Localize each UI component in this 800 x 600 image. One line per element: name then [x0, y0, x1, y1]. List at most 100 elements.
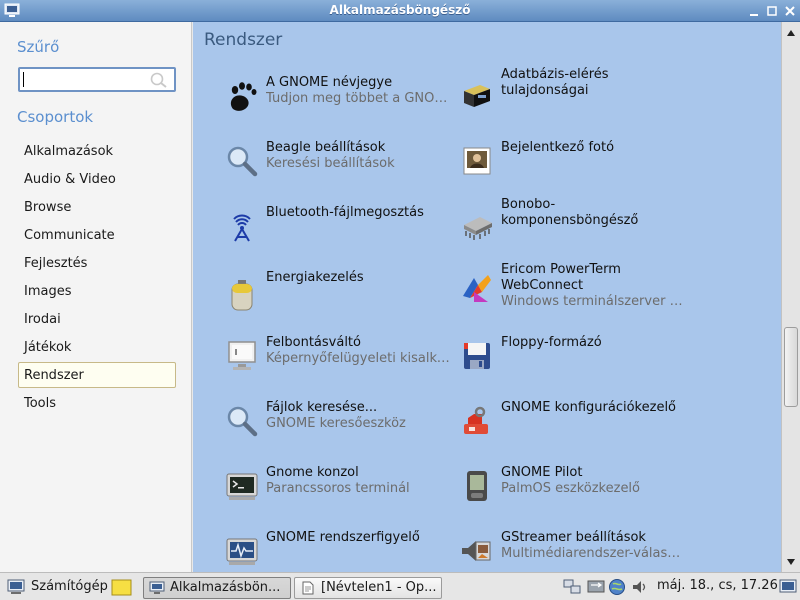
app-description: Windows terminálszerver elérés: [501, 294, 686, 309]
group-item-jatekok[interactable]: Játékok: [18, 334, 176, 360]
task-label: Alkalmazásbön...: [170, 580, 281, 595]
close-button[interactable]: [782, 3, 798, 19]
group-item-rendszer[interactable]: Rendszer: [18, 362, 176, 388]
app-description: Multimédiarendszer-választó: [501, 546, 686, 561]
app-name: GNOME rendszerfigyelő: [266, 530, 420, 545]
network-icon[interactable]: [563, 578, 581, 596]
app-bonobo-browser[interactable]: Bonobo-komponensböngésző: [460, 197, 690, 247]
monitor-icon: [228, 341, 256, 370]
group-item-communicate[interactable]: Communicate: [18, 222, 176, 248]
group-heading: Rendszer: [204, 30, 283, 50]
minimize-icon: [750, 14, 758, 16]
bluetooth-icon: [233, 214, 251, 242]
magnifier-icon: [227, 146, 258, 177]
scroll-down-arrow-icon[interactable]: [786, 557, 796, 567]
app-power-management[interactable]: Energiakezelés: [225, 270, 455, 320]
app-gnome-pilot[interactable]: GNOME Pilot PalmOS eszközkezelő: [460, 465, 690, 515]
app-description: Tudjon meg többet a GNOME-ról: [266, 91, 451, 106]
document-icon: [302, 581, 314, 595]
app-name: Floppy-formázó: [501, 335, 602, 350]
desktop-switcher-icon[interactable]: [779, 578, 797, 596]
group-item-audio-video[interactable]: Audio & Video: [18, 166, 176, 192]
gnome-foot-icon: [230, 82, 257, 111]
app-name: GStreamer beállítások: [501, 530, 646, 545]
group-item-images[interactable]: Images: [18, 278, 176, 304]
app-description: Keresési beállítások: [266, 156, 395, 171]
app-resolution-switcher[interactable]: Felbontásváltó Képernyőfelügyeleti kisal…: [225, 335, 455, 385]
app-name: Ericom PowerTerm WebConnect: [501, 262, 621, 293]
app-description: PalmOS eszközkezelő: [501, 481, 641, 496]
scroll-up-arrow-icon[interactable]: [786, 28, 796, 38]
app-name: Adatbázis-elérés tulajdonságai: [501, 67, 609, 98]
group-item-browse[interactable]: Browse: [18, 194, 176, 220]
app-name: GNOME Pilot: [501, 465, 583, 480]
app-name: Energiakezelés: [266, 270, 364, 285]
minimize-button[interactable]: [746, 3, 762, 19]
database-icon: [464, 85, 490, 107]
clock[interactable]: máj. 18., cs, 17.26: [657, 578, 778, 593]
search-box[interactable]: [18, 67, 176, 92]
maximize-button[interactable]: [764, 3, 780, 19]
terminal-icon: [226, 473, 258, 500]
app-gnome-config-editor[interactable]: GNOME konfigurációkezelő: [460, 400, 690, 450]
app-gnome-terminal[interactable]: Gnome konzol Parancssoros terminál: [225, 465, 455, 515]
close-icon: [785, 6, 795, 16]
text-caret: [23, 72, 24, 87]
search-input[interactable]: [22, 70, 146, 89]
floppy-icon: [464, 343, 490, 369]
computer-icon[interactable]: [7, 579, 25, 595]
group-item-fejlesztes[interactable]: Fejlesztés: [18, 250, 176, 276]
group-item-irodai[interactable]: Irodai: [18, 306, 176, 332]
monitor-icon: [149, 581, 165, 594]
groups-title: Csoportok: [17, 108, 94, 126]
taskbar: Számítógép Alkalmazásbön... [Névtelen1 -…: [0, 572, 800, 600]
app-description: Képernyőfelügyeleti kisalkalmazás: [266, 351, 451, 366]
group-item-alkalmazasok[interactable]: Alkalmazások: [18, 138, 176, 164]
app-name: Gnome konzol: [266, 465, 359, 480]
window-title: Alkalmazásböngésző: [329, 3, 471, 17]
app-name: Beagle beállítások: [266, 140, 386, 155]
app-name: Bonobo-komponensböngésző: [501, 197, 639, 228]
app-name: Bluetooth-fájlmegosztás: [266, 205, 424, 220]
app-name: Felbontásváltó: [266, 335, 361, 350]
app-login-photo[interactable]: Bejelentkező fotó: [460, 140, 690, 190]
app-description: Parancssoros terminál: [266, 481, 410, 496]
globe-icon[interactable]: [608, 578, 626, 596]
ericom-icon: [463, 275, 491, 302]
sidebar: Szűrő Csoportok Alkalmazások Audio & Vid…: [0, 22, 192, 572]
vertical-scrollbar[interactable]: [781, 22, 800, 572]
app-name: Bejelentkező fotó: [501, 140, 615, 155]
app-floppy-formatter[interactable]: Floppy-formázó: [460, 335, 690, 385]
group-list: Alkalmazások Audio & Video Browse Commun…: [18, 138, 176, 418]
app-name: GNOME konfigurációkezelő: [501, 400, 677, 415]
chip-icon: [464, 217, 492, 240]
app-gnome-about[interactable]: A GNOME névjegye Tudjon meg többet a GNO…: [225, 75, 455, 125]
pda-icon: [467, 471, 487, 501]
task-application-browser[interactable]: Alkalmazásbön...: [143, 577, 291, 599]
group-item-tools[interactable]: Tools: [18, 390, 176, 416]
app-name: A GNOME névjegye: [266, 75, 393, 90]
system-monitor-icon: [226, 538, 258, 565]
app-file-search[interactable]: Fájlok keresése... GNOME keresőeszköz: [225, 400, 455, 450]
task-untitled-document[interactable]: [Névtelen1 - Op...: [294, 577, 442, 599]
application-grid: Rendszer A GNOME névjegye Tudjon meg töb…: [193, 22, 781, 572]
task-label: [Névtelen1 - Op...: [321, 580, 437, 595]
app-bluetooth-sharing[interactable]: Bluetooth-fájlmegosztás: [225, 205, 455, 255]
filter-title: Szűrő: [17, 38, 60, 56]
computer-menu-label[interactable]: Számítógép: [31, 577, 108, 599]
battery-icon: [231, 280, 253, 311]
app-name: Fájlok keresése...: [266, 400, 378, 415]
app-beagle-settings[interactable]: Beagle beállítások Keresési beállítások: [225, 140, 455, 190]
maximize-icon: [767, 6, 777, 16]
search-icon[interactable]: [149, 71, 169, 89]
transfer-icon[interactable]: [587, 578, 605, 596]
app-description: GNOME keresőeszköz: [266, 416, 406, 431]
window-titlebar[interactable]: Alkalmazásböngésző: [0, 0, 800, 22]
volume-icon[interactable]: [631, 578, 649, 596]
scrollbar-thumb[interactable]: [784, 327, 798, 407]
show-desktop-icon[interactable]: [111, 579, 132, 596]
gstreamer-icon: [462, 541, 491, 561]
photo-icon: [463, 147, 491, 175]
app-database-access[interactable]: Adatbázis-elérés tulajdonságai: [460, 67, 690, 117]
app-ericom-powerterm[interactable]: Ericom PowerTerm WebConnect Windows term…: [460, 262, 690, 312]
